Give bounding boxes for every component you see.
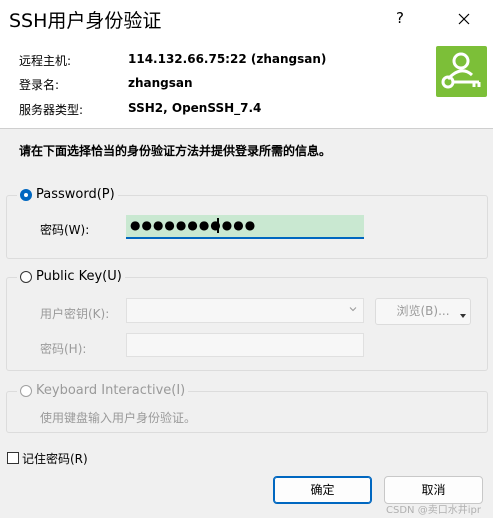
close-icon [458, 13, 470, 24]
watermark: CSDN @卖口水井ipr [386, 505, 481, 516]
login-value: zhangsan [128, 76, 193, 90]
host-label: 远程主机: [19, 54, 72, 68]
window-title: SSH用户身份验证 [9, 10, 162, 32]
remember-password-label[interactable]: 记住密码(R) [22, 450, 88, 467]
ok-button[interactable]: 确定 [273, 476, 372, 504]
server-type-value: SSH2, OpenSSH_7.4 [128, 101, 262, 115]
connection-info-panel: 远程主机: 114.132.66.75:22 (zhangsan) 登录名: z… [0, 38, 493, 129]
dropdown-arrow-icon [460, 314, 466, 318]
cancel-button[interactable]: 取消 [384, 476, 483, 504]
server-type-label: 服务器类型: [19, 103, 84, 117]
browse-button-label: 浏览(B)... [396, 304, 450, 318]
user-key-icon [436, 46, 487, 97]
user-key-label: 用户密钥(K): [40, 307, 110, 321]
password-input[interactable]: ●●●●●●●●●●● [126, 215, 364, 239]
browse-button[interactable]: 浏览(B)... [375, 298, 471, 325]
password-radio[interactable] [20, 188, 32, 201]
title-bar: SSH用户身份验证 ? [0, 0, 493, 38]
public-key-radio[interactable] [20, 270, 32, 283]
passphrase-label: 密码(H): [40, 342, 87, 356]
instruction-text: 请在下面选择恰当的身份验证方法并提供登录所需的信息。 [19, 144, 332, 158]
password-radio-option[interactable]: Password(P) [17, 187, 118, 202]
login-label: 登录名: [19, 78, 60, 92]
keyboard-interactive-radio-label: Keyboard Interactive(I) [36, 383, 186, 398]
remember-password-checkbox[interactable] [7, 452, 19, 464]
user-key-select[interactable] [126, 298, 364, 323]
public-key-radio-label: Public Key(U) [36, 269, 122, 284]
chevron-down-icon [349, 307, 357, 312]
keyboard-interactive-radio-option[interactable]: Keyboard Interactive(I) [17, 383, 189, 398]
passphrase-input[interactable] [126, 333, 364, 357]
help-button[interactable]: ? [383, 4, 417, 32]
public-key-radio-option[interactable]: Public Key(U) [17, 269, 125, 284]
keyboard-interactive-radio[interactable] [20, 384, 32, 397]
password-radio-label: Password(P) [36, 187, 115, 202]
password-value: ●●●●●●●●●●● [130, 218, 257, 232]
text-caret [217, 218, 219, 233]
password-label: 密码(W): [40, 223, 90, 237]
keyboard-interactive-description: 使用键盘输入用户身份验证。 [40, 411, 197, 425]
close-button[interactable] [447, 4, 481, 32]
host-value: 114.132.66.75:22 (zhangsan) [128, 52, 327, 66]
